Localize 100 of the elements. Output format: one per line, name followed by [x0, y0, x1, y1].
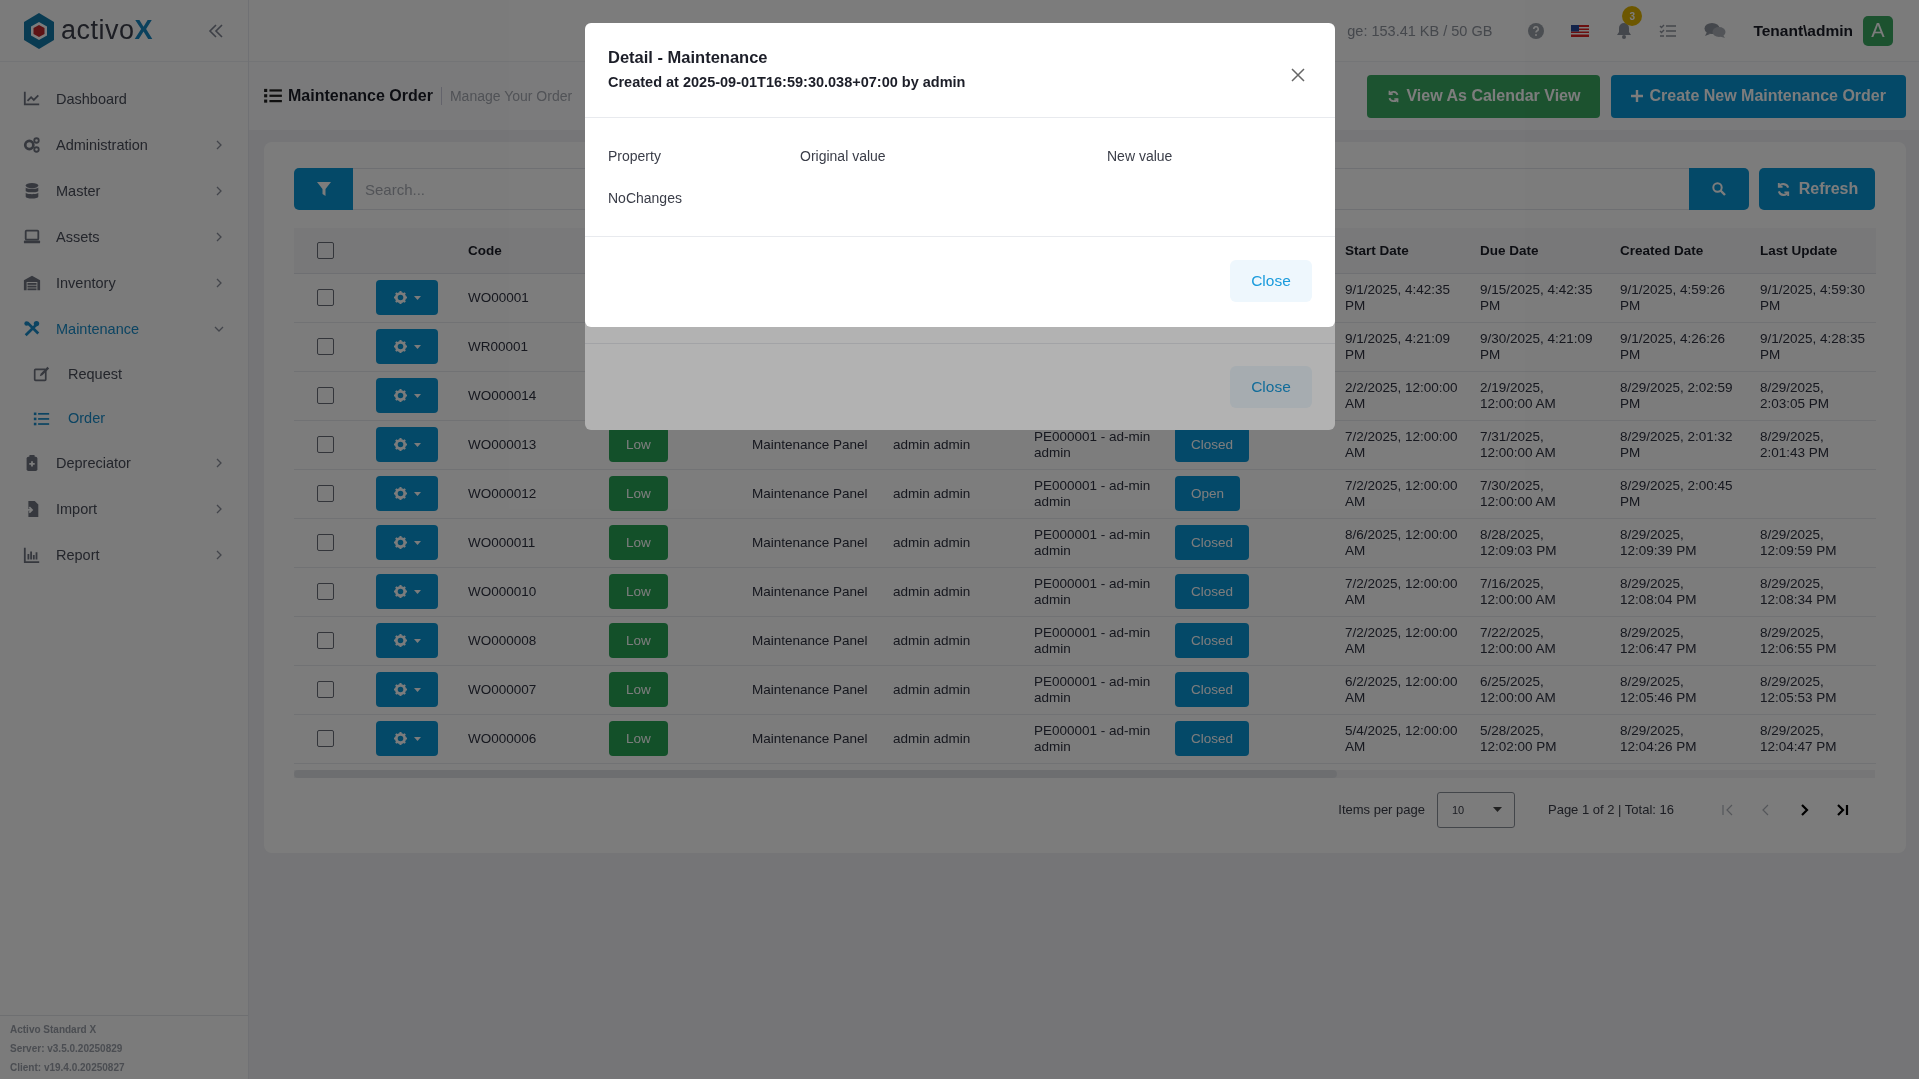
- flag-icon[interactable]: [1571, 24, 1590, 37]
- user-name[interactable]: Tenant\admin: [1753, 21, 1853, 40]
- table-cell: WO000014: [468, 387, 537, 403]
- table-cell-text: Maintenance Panel: [752, 632, 869, 649]
- table-cell: WO000011: [468, 534, 536, 550]
- caret-icon: [413, 736, 421, 741]
- checkbox[interactable]: [316, 583, 334, 600]
- sidebar-item[interactable]: Administration: [0, 122, 248, 168]
- actions-button[interactable]: [376, 329, 438, 364]
- refresh-icon: [1775, 181, 1791, 197]
- sidebar-item[interactable]: Maintenance: [0, 306, 248, 352]
- table-cell-text: admin admin: [893, 583, 972, 600]
- table-cell-text: admin admin: [893, 534, 972, 551]
- laptop-icon: [23, 228, 41, 246]
- filter-button[interactable]: [294, 168, 353, 210]
- checkbox[interactable]: [316, 485, 334, 502]
- column-header: Due Date: [1480, 242, 1539, 258]
- edit-icon: [33, 365, 50, 383]
- checklist-icon[interactable]: [1659, 22, 1678, 39]
- sidebar-item[interactable]: Request: [0, 352, 248, 396]
- table-cell-text: 9/1/2025, 4:21:09 PM: [1345, 330, 1452, 363]
- search-button[interactable]: [1689, 168, 1749, 210]
- collapse-icon[interactable]: [208, 22, 224, 39]
- items-per-page-select[interactable]: 10: [1437, 791, 1515, 828]
- table-cell-text: 8/29/2025, 2:01:32 PM: [1620, 428, 1734, 461]
- checkbox[interactable]: [316, 632, 334, 649]
- priority-badge: Low: [609, 721, 668, 756]
- create-button[interactable]: Create New Maintenance Order: [1611, 74, 1906, 118]
- status-button[interactable]: Closed: [1175, 623, 1250, 658]
- bell-icon[interactable]: [1616, 22, 1633, 39]
- status-button[interactable]: Open: [1175, 476, 1241, 511]
- table-cell-text: 5/4/2025, 12:00:00 AM: [1345, 722, 1459, 755]
- caret-icon: [413, 491, 421, 496]
- gear-icon: [393, 536, 407, 549]
- actions-button[interactable]: [376, 378, 438, 413]
- table-cell-text: PE000001 - ad-min admin: [1034, 624, 1152, 657]
- actions-button[interactable]: [376, 476, 438, 511]
- status-button[interactable]: Closed: [1175, 721, 1250, 756]
- actions-button[interactable]: [376, 672, 438, 707]
- checkbox[interactable]: [316, 681, 334, 698]
- caret-icon: [413, 638, 421, 643]
- priority-badge: Low: [609, 672, 668, 707]
- actions-button[interactable]: [376, 280, 438, 315]
- gear-icon: [393, 487, 407, 500]
- status-button[interactable]: Closed: [1175, 574, 1250, 609]
- table-cell-text: 7/30/2025, 12:00:00 AM: [1480, 477, 1557, 510]
- dialog-subtitle: Created at 2025-09-01T16:59:30.038+07:00 by admin: [608, 73, 966, 92]
- status-button[interactable]: Closed: [1175, 672, 1250, 707]
- sidebar-item[interactable]: Dashboard: [0, 76, 248, 122]
- table-cell-text: 8/29/2025, 12:06:55 PM: [1760, 624, 1838, 657]
- checkbox[interactable]: [316, 338, 334, 355]
- table-cell-text: admin admin: [893, 730, 972, 747]
- priority-badge: Low: [609, 525, 668, 560]
- checkbox[interactable]: [316, 534, 334, 551]
- caret-icon: [413, 540, 421, 545]
- table-cell-text: 8/29/2025, 12:08:04 PM: [1620, 575, 1698, 608]
- close-button[interactable]: Close: [1230, 366, 1312, 408]
- checkbox[interactable]: [316, 387, 334, 404]
- status-button[interactable]: Closed: [1175, 525, 1250, 560]
- checkbox[interactable]: [316, 436, 334, 453]
- table-cell-text: admin admin: [893, 681, 972, 698]
- chat-icon[interactable]: [1704, 22, 1727, 39]
- search-icon: [1712, 182, 1726, 196]
- close-button[interactable]: Close: [1230, 260, 1312, 302]
- table-cell-text: Maintenance Panel: [752, 534, 869, 551]
- table-cell-text: 2/2/2025, 12:00:00 AM: [1345, 379, 1459, 412]
- checkbox[interactable]: [316, 289, 334, 306]
- table-cell-text: 7/2/2025, 12:00:00 AM: [1345, 428, 1459, 461]
- actions-button[interactable]: [376, 623, 438, 658]
- avatar[interactable]: A: [1863, 15, 1893, 46]
- table-cell-text: 9/1/2025, 4:59:26 PM: [1620, 281, 1727, 314]
- checkbox[interactable]: [316, 241, 334, 259]
- table-cell: WR00001: [468, 338, 529, 354]
- calendar-view-button[interactable]: View As Calendar View: [1367, 74, 1601, 118]
- table-cell-text: PE000001 - ad-min admin: [1034, 428, 1152, 461]
- sidebar-item[interactable]: Assets: [0, 214, 248, 260]
- checkbox[interactable]: [316, 730, 334, 747]
- priority-badge: Low: [609, 476, 668, 511]
- filter-icon: [316, 182, 331, 196]
- sidebar-item[interactable]: Report: [0, 532, 248, 578]
- caret-icon: [413, 344, 421, 349]
- actions-button[interactable]: [376, 525, 438, 560]
- sidebar-item[interactable]: Order: [0, 396, 248, 440]
- actions-button[interactable]: [376, 427, 438, 462]
- chevron-right-icon: [214, 278, 224, 288]
- actions-button[interactable]: [376, 574, 438, 609]
- refresh-button[interactable]: Refresh: [1759, 168, 1875, 210]
- close-icon[interactable]: [1291, 67, 1305, 82]
- help-icon[interactable]: [1528, 22, 1545, 39]
- actions-button[interactable]: [376, 721, 438, 756]
- sidebar-item[interactable]: Master: [0, 168, 248, 214]
- table-cell-text: PE000001 - ad-min admin: [1034, 477, 1152, 510]
- table-cell-text: 5/28/2025, 12:02:00 PM: [1480, 722, 1558, 755]
- sidebar-item[interactable]: Inventory: [0, 260, 248, 306]
- table-cell-text: 8/6/2025, 12:00:00 AM: [1345, 526, 1459, 559]
- sidebar-item[interactable]: Depreciator: [0, 440, 248, 486]
- bar-chart-icon: [23, 546, 41, 564]
- table-cell-text: 9/1/2025, 4:59:30 PM: [1760, 281, 1867, 314]
- sidebar-item[interactable]: Import: [0, 486, 248, 532]
- gear-icon: [393, 732, 407, 745]
